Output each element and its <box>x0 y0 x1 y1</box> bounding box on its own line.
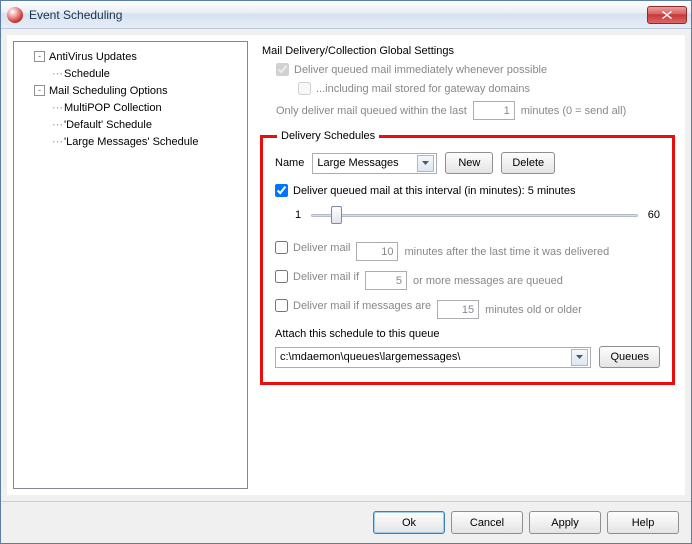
combo-text: c:\mdaemon\queues\largemessages\ <box>280 351 571 363</box>
app-icon <box>7 7 23 23</box>
event-scheduling-dialog: Event Scheduling AntiVirus Updates ⋯ Sch… <box>0 0 692 544</box>
label: minutes (0 = send all) <box>521 105 626 117</box>
apply-button[interactable]: Apply <box>529 511 601 534</box>
tree-item-mail-scheduling[interactable]: Mail Scheduling Options <box>18 82 243 99</box>
chk-label: Deliver mail if messages are <box>293 300 431 312</box>
opt-deliver-if-age-row: Deliver mail if messages are minutes old… <box>275 299 660 320</box>
tree-connector-icon: ⋯ <box>52 67 62 80</box>
tree-label: Schedule <box>64 68 110 80</box>
chk-deliver-immediate-box <box>276 63 289 76</box>
label: or more messages are queued <box>413 275 563 287</box>
only-deliver-minutes-input <box>473 101 515 120</box>
tree-label: Mail Scheduling Options <box>49 85 168 97</box>
combo-text: Large Messages <box>317 157 417 169</box>
collapse-icon[interactable] <box>34 51 45 62</box>
label: Only deliver mail queued within the last <box>276 105 467 117</box>
chk-label: Deliver mail <box>293 242 350 254</box>
dialog-footer: Ok Cancel Apply Help <box>1 501 691 543</box>
queues-button[interactable]: Queues <box>599 346 660 368</box>
cancel-button[interactable]: Cancel <box>451 511 523 534</box>
chk-interval-box[interactable] <box>275 184 288 197</box>
deliver-if-count-input <box>365 271 407 290</box>
deliver-if-age-input <box>437 300 479 319</box>
chk-deliver-immediate: Deliver queued mail immediately whenever… <box>276 63 547 76</box>
tree-label: MultiPOP Collection <box>64 102 162 114</box>
chk-including-gateway: ...including mail stored for gateway dom… <box>298 82 530 95</box>
close-icon <box>662 11 672 19</box>
tree-item-large-messages-schedule[interactable]: ⋯ 'Large Messages' Schedule <box>18 133 243 150</box>
tree-connector-icon: ⋯ <box>52 135 62 148</box>
tree-label: 'Large Messages' Schedule <box>64 136 198 148</box>
delivery-options: Deliver mail minutes after the last time… <box>275 241 660 320</box>
ok-button[interactable]: Ok <box>373 511 445 534</box>
delete-button[interactable]: Delete <box>501 152 555 174</box>
opt-deliver-after-row: Deliver mail minutes after the last time… <box>275 241 660 262</box>
window-title: Event Scheduling <box>29 8 647 22</box>
chk-label: Deliver queued mail immediately whenever… <box>294 64 547 76</box>
chevron-down-icon <box>417 155 434 172</box>
tree-item-schedule[interactable]: ⋯ Schedule <box>18 65 243 82</box>
chk-including-gateway-box <box>298 82 311 95</box>
chk-label: Deliver mail if <box>293 271 359 283</box>
chk-label: Deliver queued mail at this interval (in… <box>293 185 575 197</box>
opt-deliver-if-count-row: Deliver mail if or more messages are que… <box>275 270 660 291</box>
chk-deliver-if-count[interactable]: Deliver mail if <box>275 270 359 283</box>
attach-queue-row: c:\mdaemon\queues\largemessages\ Queues <box>275 346 660 368</box>
collapse-icon[interactable] <box>34 85 45 96</box>
label: minutes after the last time it was deliv… <box>404 246 609 258</box>
tree-label: AntiVirus Updates <box>49 51 137 63</box>
chk-interval[interactable]: Deliver queued mail at this interval (in… <box>275 184 575 197</box>
slider-thumb[interactable] <box>331 206 342 224</box>
client-area: AntiVirus Updates ⋯ Schedule Mail Schedu… <box>7 35 685 495</box>
chevron-down-icon <box>571 349 588 366</box>
deliver-after-minutes-input <box>356 242 398 261</box>
global-settings-heading: Mail Delivery/Collection Global Settings <box>262 45 675 57</box>
queue-path-combo[interactable]: c:\mdaemon\queues\largemessages\ <box>275 347 591 368</box>
tree-connector-icon: ⋯ <box>52 118 62 131</box>
tree-connector-icon: ⋯ <box>52 101 62 114</box>
interval-slider[interactable] <box>311 205 638 225</box>
tree-item-default-schedule[interactable]: ⋯ 'Default' Schedule <box>18 116 243 133</box>
chk-deliver-if-age-box[interactable] <box>275 299 288 312</box>
slider-max-label: 60 <box>648 209 660 221</box>
slider-rail <box>311 214 638 217</box>
chk-deliver-after-box[interactable] <box>275 241 288 254</box>
tree-item-multipop[interactable]: ⋯ MultiPOP Collection <box>18 99 243 116</box>
attach-queue-label: Attach this schedule to this queue <box>275 328 660 340</box>
label: minutes old or older <box>485 304 582 316</box>
only-deliver-row: Only deliver mail queued within the last… <box>276 101 675 120</box>
global-settings-body: Deliver queued mail immediately whenever… <box>260 63 675 120</box>
nav-tree[interactable]: AntiVirus Updates ⋯ Schedule Mail Schedu… <box>13 41 248 489</box>
chk-deliver-if-count-box[interactable] <box>275 270 288 283</box>
slider-min-label: 1 <box>295 209 301 221</box>
chk-label: ...including mail stored for gateway dom… <box>316 83 530 95</box>
name-label: Name <box>275 157 304 169</box>
close-button[interactable] <box>647 6 687 24</box>
titlebar: Event Scheduling <box>1 1 691 29</box>
schedule-name-row: Name Large Messages New Delete <box>275 152 660 174</box>
chk-deliver-if-age[interactable]: Deliver mail if messages are <box>275 299 431 312</box>
chk-deliver-after[interactable]: Deliver mail <box>275 241 350 254</box>
content-area: Mail Delivery/Collection Global Settings… <box>256 41 679 489</box>
schedule-name-combo[interactable]: Large Messages <box>312 153 437 174</box>
tree-label: 'Default' Schedule <box>64 119 152 131</box>
delivery-schedules-legend: Delivery Schedules <box>277 130 379 142</box>
delivery-schedules-group: Delivery Schedules Name Large Messages N… <box>260 130 675 385</box>
help-button[interactable]: Help <box>607 511 679 534</box>
interval-slider-row: 1 60 <box>295 205 660 225</box>
tree-item-antivirus-updates[interactable]: AntiVirus Updates <box>18 48 243 65</box>
new-button[interactable]: New <box>445 152 493 174</box>
